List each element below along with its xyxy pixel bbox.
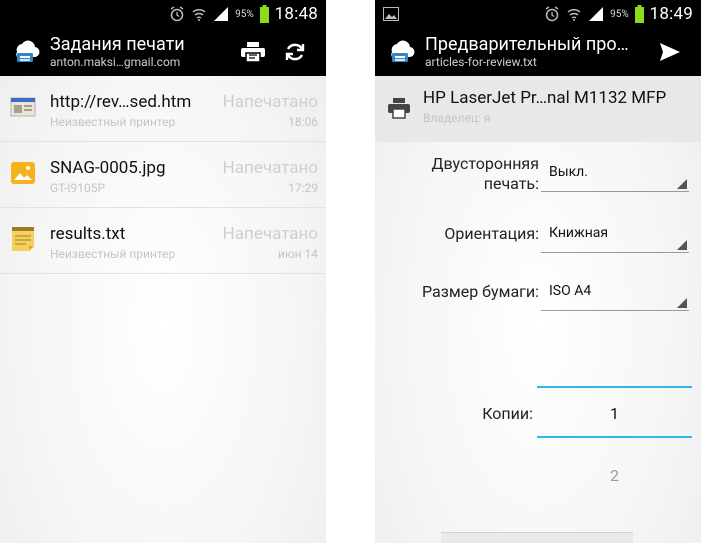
battery-percent: 95%: [235, 8, 254, 20]
copies-label: Копии:: [482, 404, 533, 423]
dropdown-arrow-icon: [677, 298, 687, 308]
copies-next-value[interactable]: 2: [537, 466, 692, 485]
job-status: Напечатано: [222, 158, 318, 178]
action-bar: Задания печати anton.maksi…gmail.com: [0, 28, 326, 76]
job-printer: GT-I9105P: [50, 181, 106, 195]
wifi-icon: [192, 8, 206, 21]
battery-icon: [259, 5, 269, 23]
signal-icon: [214, 7, 229, 21]
status-time: 18:49: [649, 4, 693, 24]
job-time: 18:06: [288, 115, 318, 129]
job-row[interactable]: SNAG-0005.jpg GT-I9105P Напечатано 17:29: [0, 142, 326, 208]
signal-icon: [589, 7, 604, 21]
dropdown-arrow-icon: [677, 179, 687, 189]
job-time: 17:29: [288, 181, 318, 195]
printer-name: HP LaserJet Pr…nal M1132 MFP: [423, 88, 667, 108]
send-icon: [660, 43, 680, 61]
action-bar: Предварительный про… articles-for-review…: [375, 28, 701, 76]
cloud-print-icon[interactable]: [385, 37, 415, 67]
picture-notification-icon: [383, 7, 399, 21]
picker-divider-top: [537, 386, 692, 388]
duplex-label-line1: Двусторонняя: [431, 154, 539, 173]
job-row[interactable]: results.txt Неизвестный принтер Напечата…: [0, 208, 326, 274]
alarm-icon: [170, 6, 184, 22]
job-status: Напечатано: [222, 92, 318, 112]
paper-size-value: ISO A4: [549, 283, 592, 299]
alarm-icon: [545, 6, 559, 22]
dropdown-arrow-icon: [677, 240, 687, 250]
duplex-dropdown[interactable]: Выкл.: [541, 152, 689, 192]
status-bar: 95% 18:48: [0, 0, 326, 28]
page-title: Задания печати: [50, 34, 185, 55]
orientation-dropdown[interactable]: Книжная: [541, 213, 689, 253]
status-time: 18:48: [274, 4, 318, 24]
cloud-print-icon[interactable]: [10, 37, 40, 67]
duplex-label: Двусторонняя печать:: [431, 154, 539, 194]
image-icon: [11, 162, 35, 184]
preview-panel-edge: [441, 532, 633, 543]
battery-icon: [634, 5, 644, 23]
file-subtitle: articles-for-review.txt: [425, 55, 537, 69]
duplex-label-line2: печать:: [483, 174, 539, 193]
duplex-value: Выкл.: [549, 164, 588, 180]
copies-value[interactable]: 1: [537, 404, 692, 423]
job-time: июн 14: [277, 247, 318, 261]
paper-size-label: Размер бумаги:: [422, 282, 539, 301]
job-printer: Неизвестный принтер: [50, 115, 176, 129]
orientation-value: Книжная: [549, 225, 609, 241]
jobs-list: http://rev…sed.htm Неизвестный принтер Н…: [0, 76, 326, 274]
page-title: Предварительный про…: [425, 34, 629, 55]
note-icon: [12, 227, 34, 251]
webpage-icon: [10, 97, 36, 117]
printer-settings-button[interactable]: [232, 32, 274, 72]
job-name: http://rev…sed.htm: [50, 92, 192, 112]
job-name: results.txt: [50, 224, 126, 244]
job-printer: Неизвестный принтер: [50, 247, 176, 261]
printer-owner: Владелец: я: [423, 111, 491, 125]
wifi-icon: [567, 8, 581, 21]
paper-size-dropdown[interactable]: ISO A4: [541, 271, 689, 311]
job-name: SNAG-0005.jpg: [50, 158, 166, 178]
refresh-icon: [285, 43, 305, 61]
battery-percent: 95%: [610, 8, 629, 20]
account-subtitle[interactable]: anton.maksi…gmail.com: [50, 55, 232, 70]
printer-icon: [388, 98, 410, 119]
printer-selector[interactable]: HP LaserJet Pr…nal M1132 MFP Владелец: я: [375, 76, 701, 142]
job-row[interactable]: http://rev…sed.htm Неизвестный принтер Н…: [0, 76, 326, 142]
print-preview-screen: 95% 18:49 Предварительный про… articles-…: [375, 0, 701, 543]
orientation-label: Ориентация:: [444, 224, 539, 243]
refresh-button[interactable]: [274, 32, 316, 72]
picker-divider-bottom: [537, 436, 692, 438]
printer-icon: [241, 42, 265, 63]
send-button[interactable]: [649, 32, 691, 72]
print-jobs-screen: 95% 18:48 Задания печати anton.maksi…gma…: [0, 0, 326, 543]
job-status: Напечатано: [222, 224, 318, 244]
status-bar: 95% 18:49: [375, 0, 701, 28]
